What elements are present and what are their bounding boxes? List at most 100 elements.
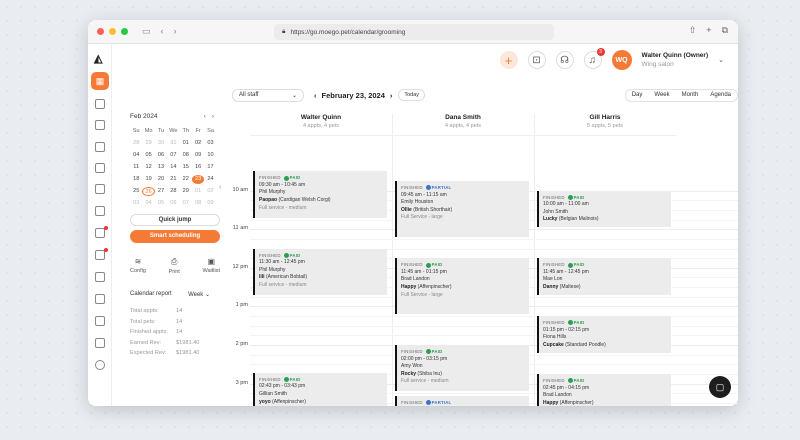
share-icon[interactable]: ⇧ [689,25,697,36]
mini-calendar-day[interactable]: 03 [130,199,142,208]
clients-nav-icon[interactable] [95,99,105,109]
mini-calendar-day[interactable]: 28 [130,139,142,148]
clock-in-icon[interactable]: ⊡ [527,51,546,69]
mini-calendar-day[interactable]: 19 [142,175,154,184]
payments-nav-icon[interactable] [95,163,105,173]
staff-column-header[interactable]: Walter Quinn 4 appts, 4 pets [250,114,392,136]
mini-calendar-day[interactable]: 06 [167,199,179,208]
mini-calendar-day[interactable]: 01 [180,139,192,148]
print-button[interactable]: ⎙ Print [169,257,180,275]
appointment-card[interactable]: FINISHED PAID 11:30 am - 12:45 pm Phil Murp… [253,248,387,295]
mini-calendar-day[interactable]: 29 [180,187,192,196]
mini-calendar-day[interactable]: 26 [142,187,155,196]
staff-column-header[interactable]: Dana Smith 4 appts, 4 pets [392,114,534,136]
mini-calendar-day[interactable]: 22 [180,175,192,184]
notification-bell-icon[interactable]: ♫ 3 [583,48,605,69]
team-nav-icon[interactable] [95,272,105,282]
mini-calendar-day[interactable]: 02 [204,187,216,196]
mini-calendar-day[interactable]: 06 [155,151,167,160]
home-nav-icon[interactable] [95,120,105,130]
current-date[interactable]: February 23, 2024 [322,91,385,100]
chevron-left-icon[interactable]: ‹ [204,113,212,120]
appointment-card[interactable]: FINISHED PAID 09:30 am - 10:45 am Phil Murp… [253,171,387,218]
appointment-card[interactable]: FINISHED PAID 02:45 pm - 04:15 pm Brad Land… [537,373,671,406]
messages-nav-icon[interactable] [95,142,105,152]
mini-calendar-day[interactable]: 12 [142,163,154,172]
appointment-card[interactable]: FINISHED PAID 02:00 pm - 03:15 pm Amy Won Ro… [395,345,529,392]
report-period-select[interactable]: Week ⌄ [188,291,210,298]
today-button[interactable]: Today [398,89,426,101]
config-button[interactable]: ≋ Config [130,257,146,275]
add-icon[interactable]: + [499,51,518,69]
avatar[interactable]: WQ [611,50,632,70]
waitlist-button[interactable]: ▣ Waitlist [202,257,220,275]
mini-calendar-day[interactable]: 20 [155,175,167,184]
mini-calendar-day[interactable]: 16 [192,163,204,172]
collapse-panel-icon[interactable]: ‹ [219,184,221,191]
user-menu[interactable]: Walter Quinn (Owner) Wing salon [642,51,709,69]
mini-calendar-day[interactable]: 29 [142,139,154,148]
mini-calendar-day[interactable]: 28 [167,187,179,196]
chevron-right-icon[interactable]: › [212,113,220,120]
appointment-card[interactable]: FINISHED PAID 10:00 am - 11:00 am John Smit… [537,190,671,228]
appointment-card[interactable]: FINISHED PAID 11:45 am - 01:15 pm Brad Land… [395,258,529,315]
mini-calendar-day[interactable]: 15 [180,163,192,172]
appointment-card[interactable]: FINISHED PARTIAL 09:45 am - 11:15 am Emily … [395,180,529,237]
mini-calendar-day[interactable]: 01 [192,187,204,196]
mini-calendar-day[interactable]: 21 [167,175,179,184]
mini-calendar-day[interactable]: 24 [204,175,216,184]
tasks-nav-icon[interactable] [95,206,105,216]
mini-calendar-day[interactable]: 13 [155,163,167,172]
chevron-down-icon[interactable]: ⌄ [718,56,724,64]
network-nav-icon[interactable] [95,294,105,304]
mini-calendar-day[interactable]: 17 [204,163,216,172]
smart-scheduling-button[interactable]: Smart scheduling [130,230,220,243]
mini-calendar-day[interactable]: 09 [192,151,204,160]
mini-calendar-day[interactable]: 08 [192,199,204,208]
database-nav-icon[interactable] [95,316,105,326]
mini-calendar-day[interactable]: 25 [130,187,142,196]
back-icon[interactable]: ‹ [161,26,164,37]
appointment-card[interactable]: FINISHED PAID 11:45 am - 12:45 pm Mae Lon Da… [537,258,671,295]
mini-calendar-day[interactable]: 04 [130,151,142,160]
close-window-button[interactable] [97,28,104,35]
prev-day-icon[interactable]: ‹ [314,91,317,100]
mini-calendar-day[interactable]: 30 [155,139,167,148]
appointment-card[interactable]: FINISHEDPARTIAL03:19 pm - 04:34 pmMae Lo… [395,395,529,406]
mini-calendar-day[interactable]: 08 [180,151,192,160]
settings-nav-icon[interactable] [95,360,105,370]
moego-logo[interactable]: ◭ [94,52,102,65]
quick-jump-button[interactable]: Quick jump [130,214,220,226]
mini-calendar-day[interactable]: 09 [204,199,216,208]
staff-filter-select[interactable]: All staff ⌄ [232,88,304,102]
mini-calendar-day[interactable]: 23 [191,175,205,184]
next-day-icon[interactable]: › [390,91,393,100]
marketing-nav-icon[interactable] [95,228,105,238]
appointment-card[interactable]: FINISHED PAID 02:43 pm - 03:43 pm Gillian S… [253,372,387,406]
mini-calendar-day[interactable]: 11 [130,163,142,172]
sidebar-toggle-icon[interactable]: ▭ [142,26,151,37]
view-agenda[interactable]: Agenda [704,92,737,98]
mini-calendar-day[interactable]: 31 [167,139,179,148]
view-week[interactable]: Week [648,92,675,98]
address-bar[interactable]: 🔒︎ https://go.moego.pet/calendar/groomin… [274,24,554,40]
store-nav-icon[interactable] [95,250,105,260]
staff-column-header[interactable]: Gill Harris 5 appts, 5 pets [534,114,676,136]
tabs-overview-icon[interactable]: ⧉ [722,25,728,36]
mini-calendar-day[interactable]: 14 [167,163,179,172]
mini-calendar-day[interactable]: 07 [180,199,192,208]
mini-calendar-day[interactable]: 10 [204,151,216,160]
mini-calendar-day[interactable]: 02 [192,139,204,148]
support-headset-icon[interactable]: ☊ [555,51,574,69]
view-month[interactable]: Month [676,92,705,98]
mini-calendar-day[interactable]: 05 [155,199,167,208]
minimize-window-button[interactable] [109,28,116,35]
mini-calendar-day[interactable]: 07 [167,151,179,160]
view-day[interactable]: Day [626,92,649,98]
reports-nav-icon[interactable] [95,184,105,194]
calendar-nav-icon[interactable]: ▦ [91,72,109,90]
chat-support-icon[interactable]: ▢ [709,376,731,398]
maximize-window-button[interactable] [121,28,128,35]
forward-icon[interactable]: › [174,26,177,37]
mini-calendar-day[interactable]: 04 [142,199,154,208]
